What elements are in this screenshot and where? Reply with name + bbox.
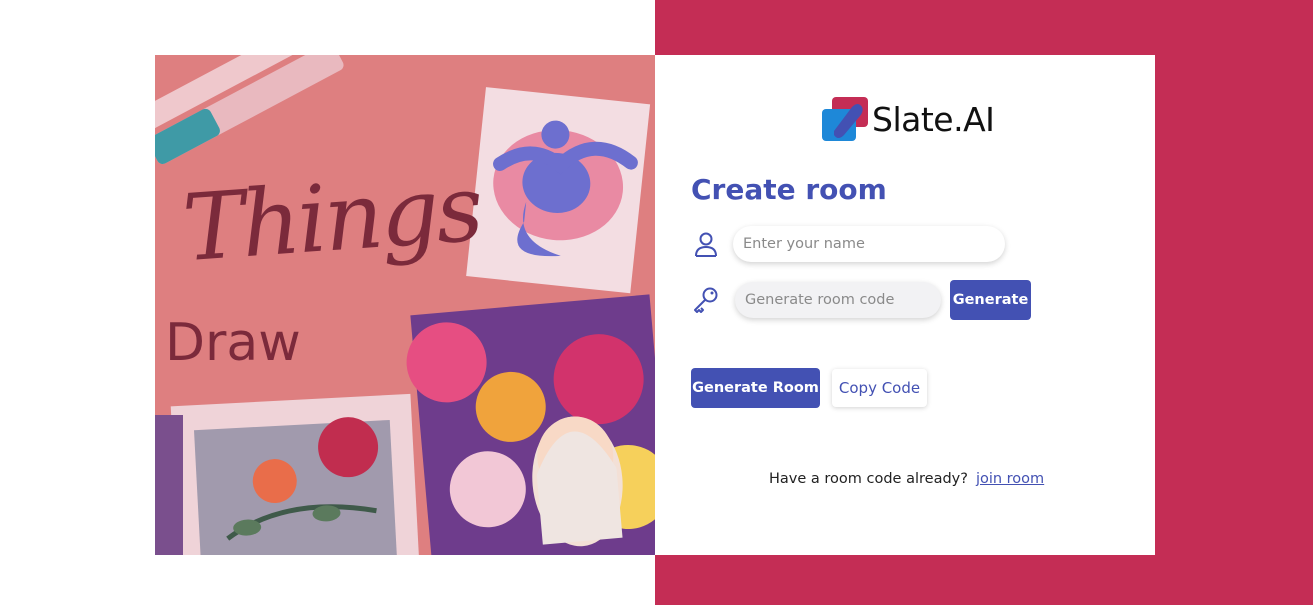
generate-room-button[interactable]: Generate Room <box>691 368 820 408</box>
key-icon <box>691 285 721 315</box>
slate-logo-icon <box>822 97 868 141</box>
hero-draw-text: Draw <box>165 313 301 373</box>
room-code-input[interactable] <box>735 282 941 318</box>
create-room-card: Slate.AI Create room Generate Generate R… <box>655 55 1155 555</box>
join-prompt-text: Have a room code already? <box>769 471 968 487</box>
hero-artwork <box>155 55 655 555</box>
name-input[interactable] <box>733 226 1005 262</box>
copy-code-button[interactable]: Copy Code <box>832 369 927 407</box>
join-room-prompt: Have a room code already? join room <box>769 471 1044 487</box>
join-room-link[interactable]: join room <box>976 471 1044 487</box>
user-icon <box>691 229 721 259</box>
brand-name: Slate.AI <box>872 99 995 139</box>
brand-logo: Slate.AI <box>822 97 995 141</box>
hero-illustration: Things Draw <box>155 55 655 555</box>
hero-script-text: Things <box>179 154 484 283</box>
page-title: Create room <box>691 173 887 206</box>
generate-code-button[interactable]: Generate <box>950 280 1031 320</box>
